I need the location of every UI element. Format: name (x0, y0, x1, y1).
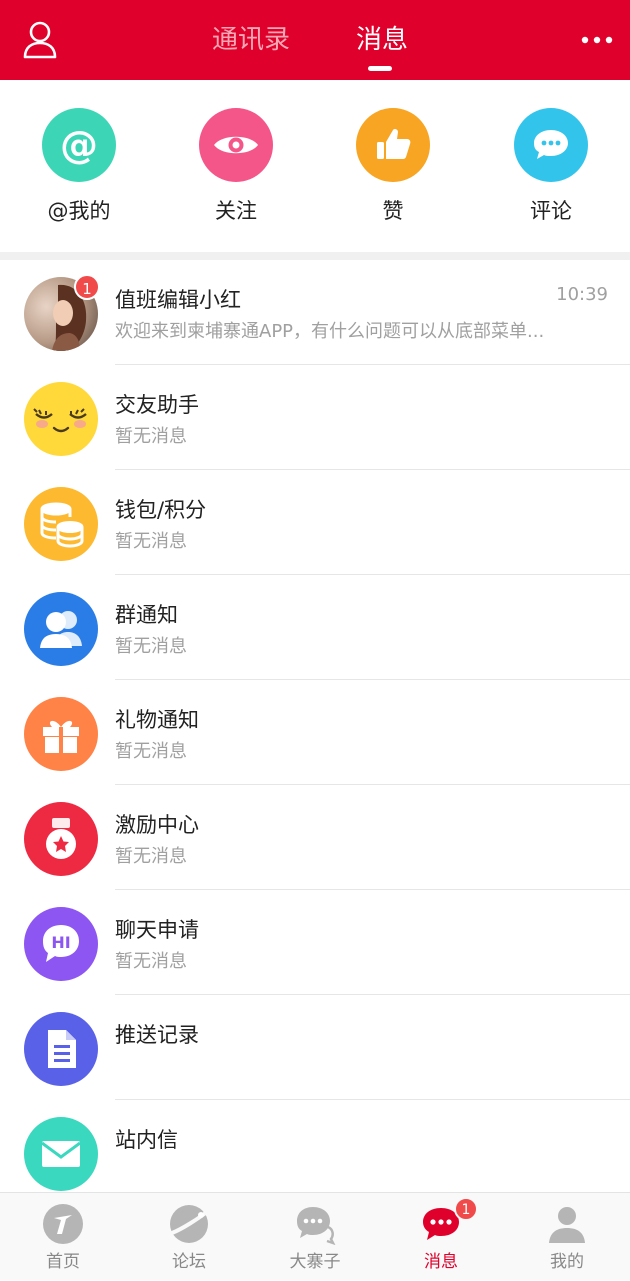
message-list: 1 值班编辑小红 10:39 欢迎来到柬埔寨通APP，有什么问题可以从底部菜单.… (0, 260, 630, 1205)
quick-action-follow[interactable]: 关注 (176, 108, 296, 224)
message-title: 值班编辑小红 (115, 288, 241, 312)
message-title: 激励中心 (115, 813, 199, 837)
nav-unread-badge: 1 (454, 1197, 478, 1221)
nav-label: 论坛 (172, 1252, 206, 1272)
active-tab-indicator (368, 66, 392, 71)
svg-text:HI: HI (51, 933, 70, 952)
message-row-chat-request[interactable]: HI 聊天申请 暂无消息 (0, 890, 630, 995)
quick-action-label: 赞 (382, 199, 404, 223)
quick-action-comment[interactable]: 评论 (491, 108, 611, 224)
message-row-wallet[interactable]: 钱包/积分 暂无消息 (0, 470, 630, 575)
section-divider (0, 252, 630, 260)
nav-profile[interactable]: 我的 (504, 1193, 630, 1281)
tab-contacts[interactable]: 通讯录 (212, 22, 290, 58)
gift-icon (24, 697, 98, 771)
quick-action-like[interactable]: 赞 (333, 108, 453, 224)
quick-actions: @ @我的 关注 赞 评论 (0, 80, 630, 252)
at-icon: @ (42, 108, 116, 182)
message-preview: 暂无消息 (115, 426, 187, 447)
unread-badge: 1 (74, 274, 100, 300)
medal-icon (24, 802, 98, 876)
quick-action-label: @我的 (47, 199, 111, 223)
message-preview: 暂无消息 (115, 951, 187, 972)
svg-text:@: @ (60, 123, 98, 167)
more-options-icon[interactable] (578, 28, 618, 52)
message-title: 聊天申请 (115, 918, 199, 942)
group-users-icon (24, 592, 98, 666)
quick-action-label: 关注 (215, 199, 257, 223)
message-preview: 欢迎来到柬埔寨通APP，有什么问题可以从底部菜单... (115, 321, 545, 342)
nav-label: 消息 (424, 1252, 458, 1272)
message-row-friend-assistant[interactable]: 交友助手 暂无消息 (0, 365, 630, 470)
nav-label: 我的 (550, 1252, 584, 1272)
message-title: 礼物通知 (115, 708, 199, 732)
nav-forum[interactable]: 论坛 (126, 1193, 252, 1281)
message-row-push-records[interactable]: 推送记录 (0, 995, 630, 1100)
profile-icon (546, 1203, 588, 1245)
message-row-duty-editor[interactable]: 1 值班编辑小红 10:39 欢迎来到柬埔寨通APP，有什么问题可以从底部菜单.… (0, 260, 630, 365)
document-icon (24, 1012, 98, 1086)
message-preview: 暂无消息 (115, 741, 187, 762)
top-bar: 通讯录 消息 (0, 0, 630, 80)
message-time: 10:39 (556, 284, 608, 305)
message-title: 交友助手 (115, 393, 199, 417)
message-title: 群通知 (115, 603, 178, 627)
message-row-gift-notice[interactable]: 礼物通知 暂无消息 (0, 680, 630, 785)
nav-big-village[interactable]: 大寨子 (252, 1193, 378, 1281)
message-title: 推送记录 (115, 1023, 199, 1047)
quick-action-label: 评论 (530, 199, 572, 223)
message-title: 钱包/积分 (115, 498, 207, 522)
header-tabs: 通讯录 消息 (0, 0, 630, 80)
message-title: 站内信 (115, 1128, 178, 1152)
message-row-group-notice[interactable]: 群通知 暂无消息 (0, 575, 630, 680)
message-preview: 暂无消息 (115, 846, 187, 867)
planet-icon (168, 1203, 210, 1245)
message-preview: 暂无消息 (115, 531, 187, 552)
tab-messages[interactable]: 消息 (356, 22, 408, 58)
mail-icon (24, 1117, 98, 1191)
home-logo-icon (42, 1203, 84, 1245)
nav-label: 大寨子 (289, 1252, 341, 1272)
eye-icon (199, 108, 273, 182)
message-row-reward-center[interactable]: 激励中心 暂无消息 (0, 785, 630, 890)
comment-bubble-icon (514, 108, 588, 182)
nav-label: 首页 (46, 1252, 80, 1272)
smiley-face-icon (24, 382, 98, 456)
bottom-nav: 首页 论坛 大寨子 1 消息 我的 (0, 1192, 630, 1280)
coins-icon (24, 487, 98, 561)
thumbs-up-icon (356, 108, 430, 182)
nav-home[interactable]: 首页 (0, 1193, 126, 1281)
hi-chat-icon: HI (24, 907, 98, 981)
nav-messages[interactable]: 1 消息 (378, 1193, 504, 1281)
chat-bubbles-icon (294, 1203, 336, 1246)
quick-action-at-me[interactable]: @ @我的 (19, 108, 139, 224)
message-preview: 暂无消息 (115, 636, 187, 657)
message-row-inbox[interactable]: 站内信 (0, 1100, 630, 1205)
